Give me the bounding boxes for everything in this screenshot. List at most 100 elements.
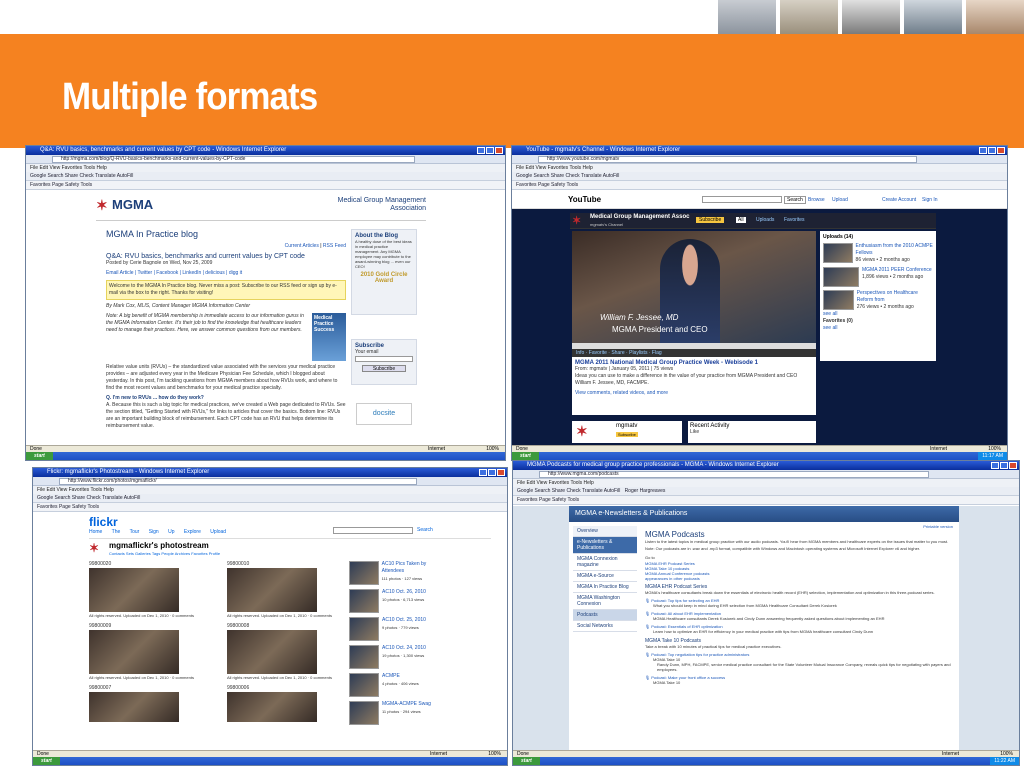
photo-tile[interactable]: 99800006 [227,685,339,722]
search-input[interactable] [333,527,413,534]
photo[interactable] [89,630,179,674]
google-toolbar[interactable]: Google Search Share Check Translate Auto… [512,172,1007,181]
nav-upload[interactable]: Upload [210,529,226,535]
view-comments-link[interactable]: View comments, related videos, and more [575,390,813,397]
side-nav-item[interactable]: MGMA In Practice Blog [573,582,637,593]
window-title-bar[interactable]: YouTube - mgmatv's Channel - Windows Int… [512,146,1007,155]
tab-playlists[interactable]: Playlists [629,350,647,356]
start-button[interactable]: start [26,452,53,460]
nav-home[interactable]: Home [89,529,102,535]
maximize-icon[interactable] [1000,462,1008,469]
menu-bar[interactable]: File Edit View Favorites Tools Help [512,164,1007,172]
photo-tile[interactable]: 99800007 [89,685,201,722]
like-label[interactable]: Like [690,429,814,436]
create-account-link[interactable]: Create Account [882,197,916,203]
minimize-icon[interactable] [991,462,999,469]
maximize-icon[interactable] [988,147,996,154]
printable-link[interactable]: Printable version [923,524,953,529]
set-item[interactable]: AC10 Oct. 25, 2010 9 photos · 779 views [349,617,449,641]
close-icon[interactable] [495,147,503,154]
menu-bar[interactable]: File Edit View Favorites Tools Help [33,486,507,494]
window-title-bar[interactable]: Flickr: mgmaflickr's Photostream - Windo… [33,468,507,477]
close-icon[interactable] [1009,462,1017,469]
address-input[interactable]: http://www.youtube.com/mgmatv [538,156,917,163]
user-subscribe-button[interactable]: Subscribe [616,432,638,437]
photo[interactable] [89,568,179,612]
mgma-logo[interactable]: MGMA [112,197,153,212]
side-nav-item[interactable]: e-Newsletters & Publications [573,537,637,554]
photo-tile[interactable]: 99800009 All rights reserved. Uploaded on… [89,623,201,681]
address-input[interactable]: http://www.mgma.com/podcasts [539,471,929,478]
photostream-subnav[interactable]: Contacts Sets Galleries Tags People Arch… [109,551,220,556]
side-nav-item[interactable]: MGMA Connexion magazine [573,554,637,571]
subscribe-button[interactable]: Subscribe [362,365,406,372]
favorites-bar[interactable]: Favorites Page Safety Tools [512,181,1007,190]
minimize-icon[interactable] [479,469,487,476]
docsite-ad[interactable]: docsite [356,403,412,425]
start-button[interactable]: start [512,452,539,460]
tab-favorite[interactable]: Favorite [589,350,607,356]
window-title-bar[interactable]: MGMA Podcasts for medical group practice… [513,461,1019,470]
photo-tile[interactable]: 99800020 All rights reserved. Uploaded on… [89,561,201,619]
side-nav-item[interactable]: MGMA e-Source [573,571,637,582]
set-item[interactable]: AC10 Oct. 26, 2010 10 photos · 6,713 view… [349,589,449,613]
upload-link[interactable]: Upload [832,197,848,203]
window-title-bar[interactable]: Q&A: RVU basics, benchmarks and current … [26,146,505,155]
user-name[interactable]: Roger Hargreaves [625,488,666,494]
search-input[interactable] [702,196,782,203]
see-all-link[interactable]: see all [823,325,933,332]
youtube-logo[interactable]: YouTube [568,195,601,204]
book-cover[interactable]: Medical Practice Success [312,313,346,361]
close-icon[interactable] [497,469,505,476]
tab-uploads[interactable]: Uploads [756,217,774,223]
upload-item[interactable]: Enthusiasm from the 2010 ACMPE Fellows 86… [823,243,933,264]
google-toolbar[interactable]: Google Search Share Check Translate Auto… [513,487,1019,496]
nav-signup[interactable]: Sign Up [149,529,175,535]
close-icon[interactable] [997,147,1005,154]
photo[interactable] [89,692,179,722]
subscribe-button[interactable]: Subscribe [696,217,725,223]
photo[interactable] [227,568,317,612]
favorites-bar[interactable]: Favorites Page Safety Tools [33,503,507,512]
maximize-icon[interactable] [488,469,496,476]
set-item[interactable]: ACMPE 4 photos · 406 views [349,673,449,697]
upload-item[interactable]: Perspectives on Healthcare Reform from 27… [823,290,933,311]
photo-tile[interactable]: 99800010 All rights reserved. Uploaded on… [227,561,339,619]
set-item[interactable]: AC10 Oct. 24, 2010 19 photos · 1,300 view… [349,645,449,669]
search-button[interactable]: Search [417,527,433,533]
menu-bar[interactable]: File Edit View Favorites Tools Help [26,164,505,172]
tab-favorites[interactable]: Favorites [784,217,805,223]
start-button[interactable]: start [33,757,60,765]
browse-link[interactable]: Browse [808,197,825,203]
side-nav-item[interactable]: Social Networks [573,621,637,632]
goto-link[interactable]: appearances in other podcasts [645,576,953,581]
tab-all[interactable]: All [736,217,746,223]
menu-bar[interactable]: File Edit View Favorites Tools Help [513,479,1019,487]
see-all-link[interactable]: see all [823,311,933,318]
photo[interactable] [227,630,317,674]
upload-item[interactable]: MGMA 2011 PEER Conference 1,896 views • 2… [823,267,933,287]
flickr-logo[interactable]: flickr​ [89,515,118,529]
start-button[interactable]: start [513,757,540,765]
post-title[interactable]: Q&A: RVU basics, benchmarks and current … [106,253,346,260]
video-player[interactable]: William F. Jessee, MD MGMA President and… [572,231,816,343]
nav-explore[interactable]: Explore [184,529,201,535]
share-links[interactable]: Email Article | Twitter | Facebook | Lin… [106,270,346,277]
sign-in-link[interactable]: Sign In [922,197,938,203]
google-toolbar[interactable]: Google Search Share Check Translate Auto… [33,494,507,503]
set-item[interactable]: MGMA-ACMPE Swag 11 photos · 294 views [349,701,449,725]
photo-tile[interactable]: 99800008 All rights reserved. Uploaded on… [227,623,339,681]
favorites-bar[interactable]: Favorites Page Safety Tools [513,496,1019,505]
photo[interactable] [227,692,317,722]
tab-info[interactable]: Info [576,350,584,356]
address-input[interactable]: http://mgma.com/blog/Q-RVU-basics-benchm… [52,156,415,163]
maximize-icon[interactable] [486,147,494,154]
minimize-icon[interactable] [979,147,987,154]
favorites-bar[interactable]: Favorites Page Safety Tools [26,181,505,190]
search-button[interactable]: Search [784,196,806,204]
nav-tour[interactable]: The Tour [112,529,140,535]
tab-share[interactable]: Share [611,350,624,356]
rss-feed-link[interactable]: RSS Feed [323,243,346,249]
google-toolbar[interactable]: Google Search Share Check Translate Auto… [26,172,505,181]
tab-flag[interactable]: Flag [652,350,662,356]
